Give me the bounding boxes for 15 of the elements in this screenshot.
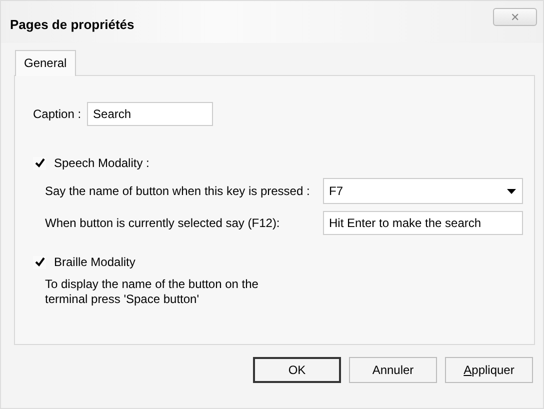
dialog-button[interactable]: Appliquer xyxy=(445,357,533,383)
description-text: terminal press 'Space button' xyxy=(45,292,200,307)
dialog-button[interactable]: OK xyxy=(253,357,341,383)
checkbox-label: Braille Modality xyxy=(54,255,136,269)
key-label: Say the name of button when this key is pressed : xyxy=(45,184,311,198)
say-field[interactable]: Hit Enter to make the search xyxy=(323,211,523,235)
description-text: To display the name of the button on the xyxy=(45,277,260,292)
say-label: When button is currently selected say (F12): xyxy=(45,216,281,230)
caption-label: Caption : xyxy=(33,107,82,121)
checkbox-label: Speech Modality : xyxy=(54,156,150,170)
window-title: Pages de propriétés xyxy=(10,17,134,32)
key-dropdown[interactable]: F7 xyxy=(323,178,523,204)
caption-field[interactable]: Search xyxy=(87,102,214,126)
dialog-button[interactable]: Annuler xyxy=(349,357,437,383)
tab[interactable]: General xyxy=(15,50,76,76)
